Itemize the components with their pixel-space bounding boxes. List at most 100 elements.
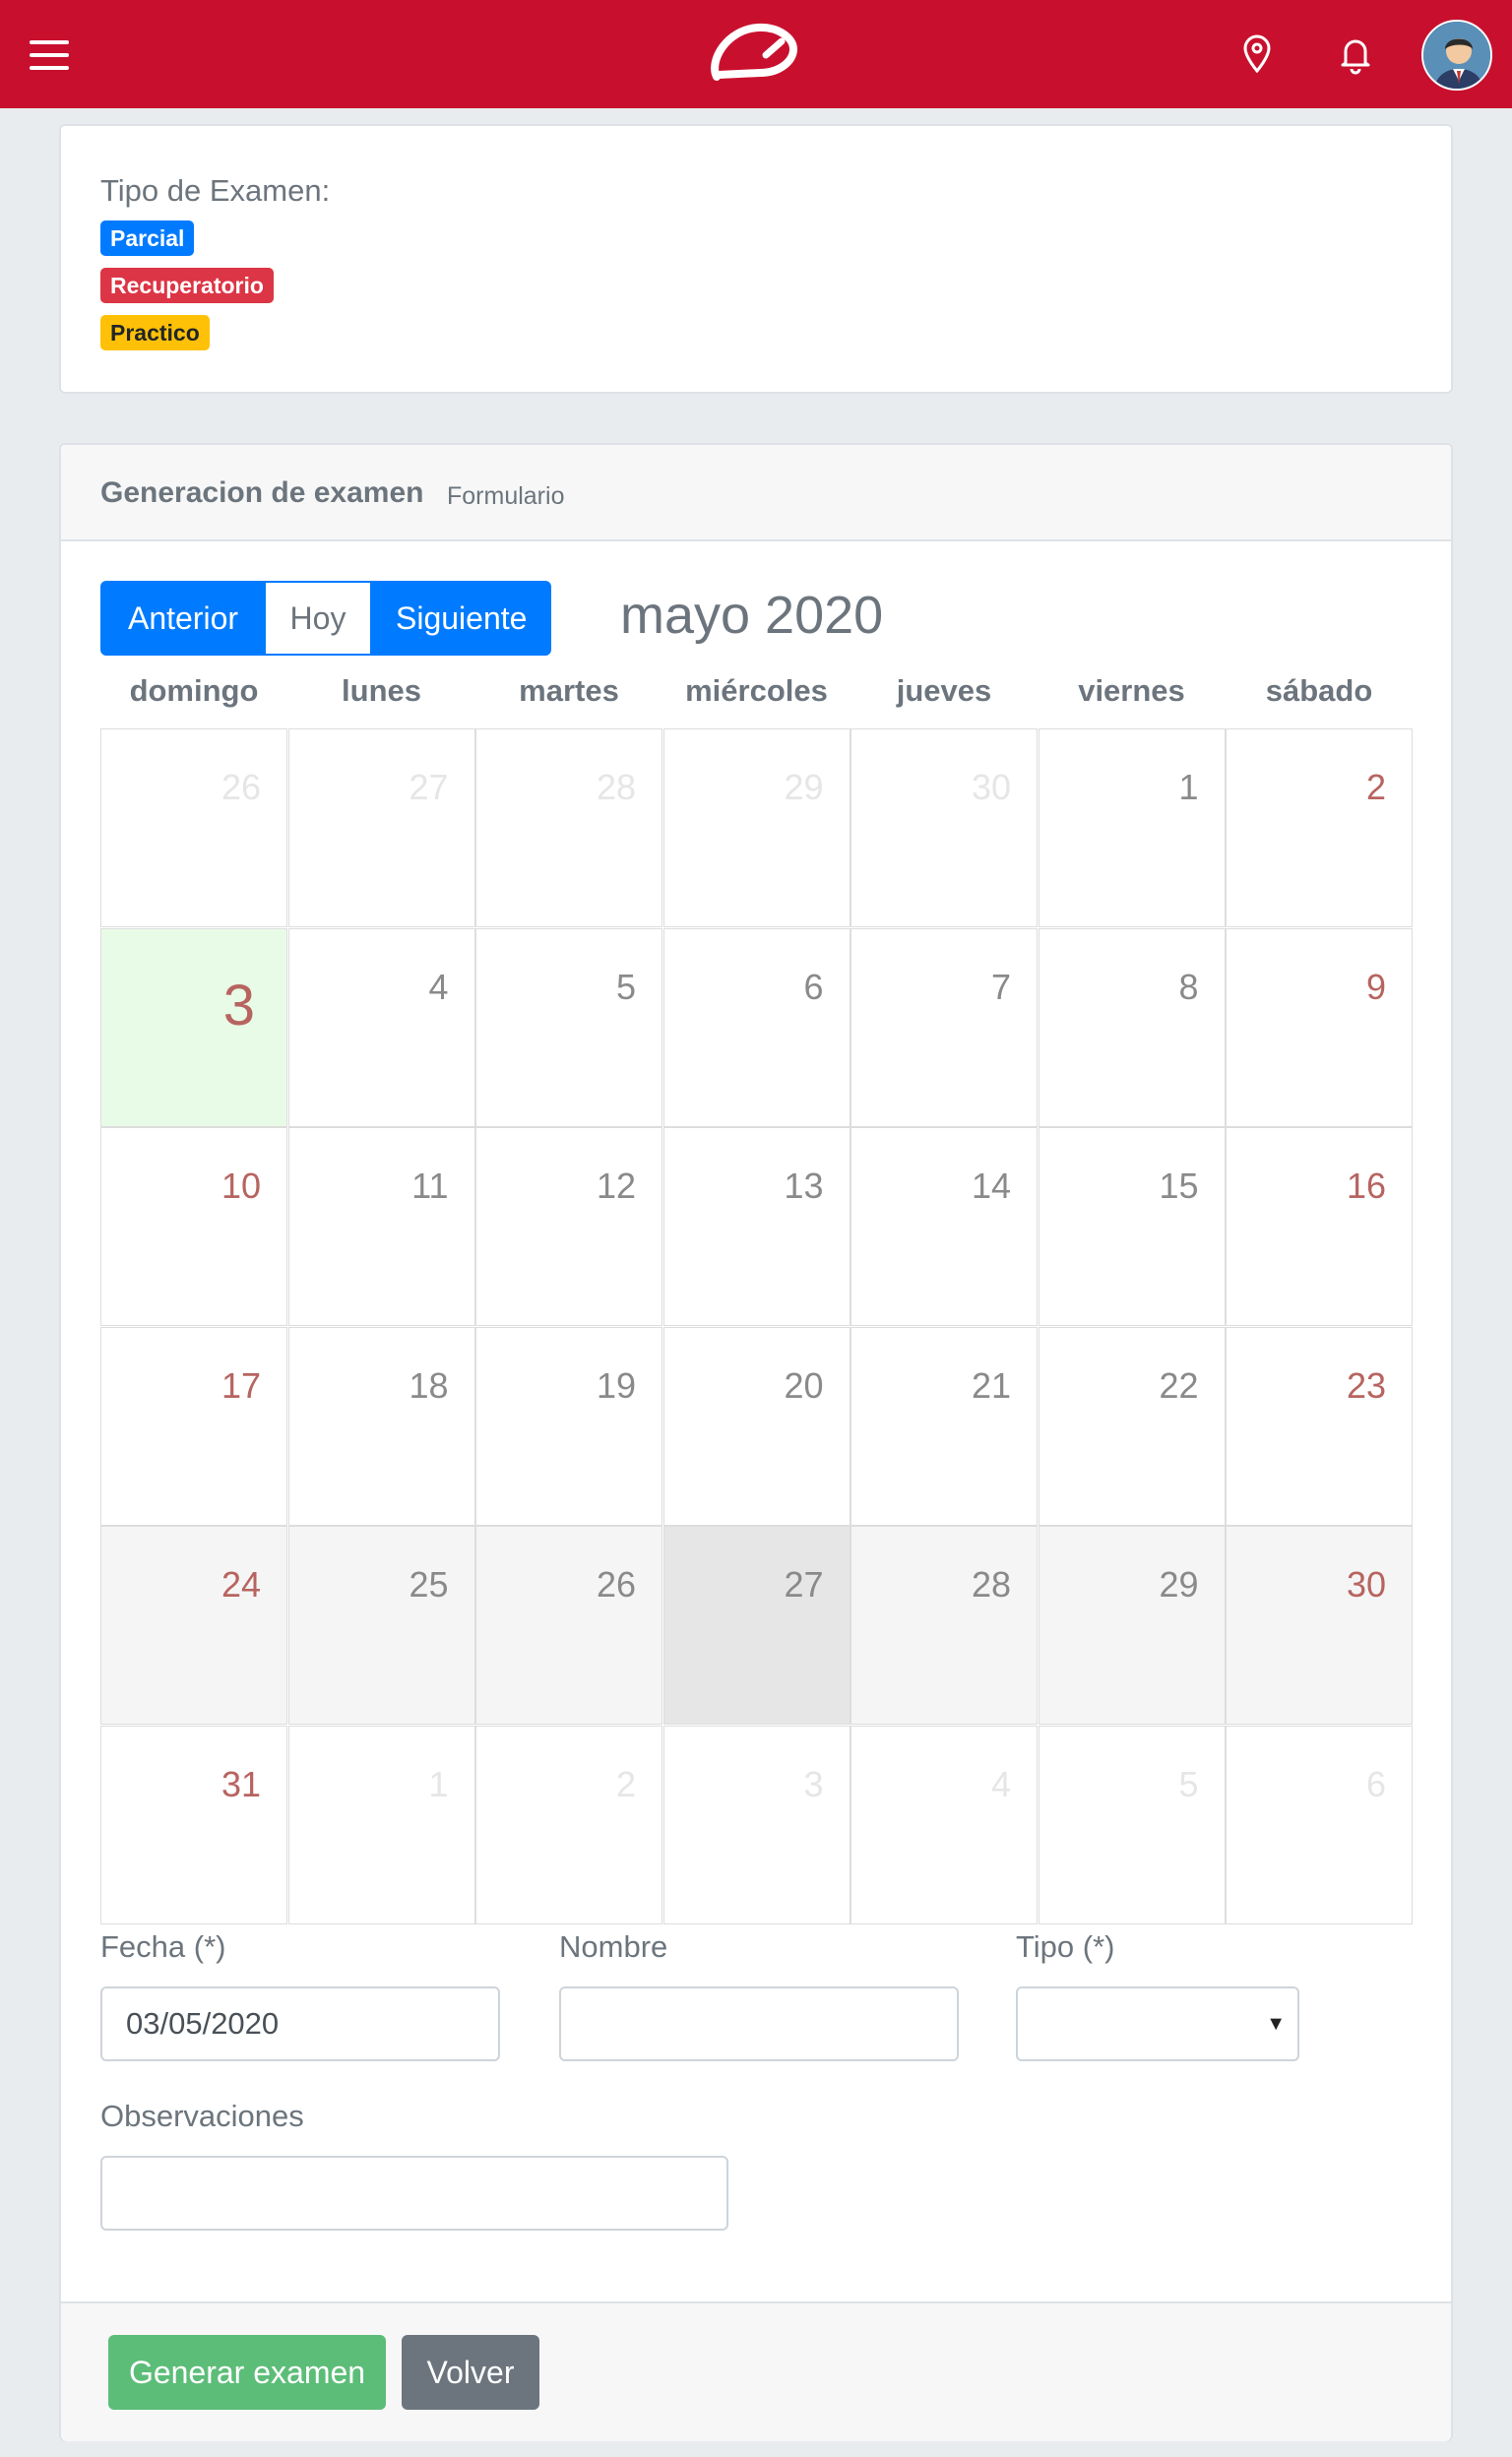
next-month-button[interactable]: Siguiente [370,581,551,656]
calendar-day-cell[interactable]: 3 [662,1725,850,1924]
weekday-header: sábado [1265,673,1373,708]
calendar-day-cell[interactable]: 28 [475,728,662,927]
calendar-day-cell[interactable]: 16 [1226,1127,1413,1326]
calendar-day-cell[interactable]: 5 [1038,1725,1226,1924]
calendar-day-number: 3 [222,973,255,1038]
calendar-day-cell[interactable]: 27 [662,1526,850,1725]
calendar-day-number: 10 [220,1166,261,1206]
calendar-day-number: 17 [220,1364,261,1406]
calendar-day-cell[interactable]: 2 [1226,728,1413,927]
calendar-day-cell[interactable]: 26 [475,1526,662,1725]
calendar-day-cell[interactable]: 5 [475,927,662,1127]
generate-exam-button[interactable]: Generar examen [108,2335,386,2410]
calendar-day-number: 29 [784,767,824,807]
calendar-day-number: 23 [1346,1364,1386,1406]
calendar-day-cell[interactable]: 4 [287,927,475,1127]
calendar-day-cell[interactable]: 24 [100,1526,287,1725]
calendar-day-cell[interactable]: 25 [287,1526,475,1725]
calendar-day-cell[interactable]: 6 [662,927,850,1127]
weekday-header: miércoles [685,673,828,708]
calendar-day-cell[interactable]: 29 [662,728,850,927]
badge-recuperatorio: Recuperatorio [100,268,274,303]
tipo-label: Tipo (*) [1016,1929,1115,1964]
calendar-day-number: 31 [220,1763,261,1804]
calendar-day-number: 14 [971,1166,1011,1206]
calendar-day-cell[interactable]: 11 [287,1127,475,1326]
user-avatar[interactable] [1421,20,1492,91]
calendar-day-number: 5 [615,966,636,1007]
calendar-day-cell[interactable]: 12 [475,1127,662,1326]
weekday-header: domingo [129,673,259,708]
calendar-day-cell[interactable]: 8 [1038,927,1226,1127]
calendar-day-cell[interactable]: 22 [1038,1326,1226,1526]
observaciones-input[interactable] [100,2156,728,2231]
fecha-label: Fecha (*) [100,1929,226,1964]
prev-month-button[interactable]: Anterior [100,581,266,656]
calendar-day-cell[interactable]: 18 [287,1326,475,1526]
calendar-day-cell[interactable]: 13 [662,1127,850,1326]
nombre-input[interactable] [559,1986,959,2061]
calendar-day-cell[interactable]: 3 [100,927,287,1127]
weekday-header: jueves [896,673,992,708]
hamburger-menu-icon[interactable] [30,40,69,70]
calendar-day-cell[interactable]: 21 [850,1326,1038,1526]
calendar-day-number: 26 [220,767,261,807]
calendar-day-cell[interactable]: 6 [1226,1725,1413,1924]
calendar-day-number: 11 [411,1166,449,1206]
calendar-day-number: 2 [615,1763,636,1804]
calendar-day-cell[interactable]: 29 [1038,1526,1226,1725]
calendar-day-number: 4 [990,1763,1011,1804]
calendar-day-cell[interactable]: 7 [850,927,1038,1127]
calendar-day-number: 3 [803,1763,824,1804]
calendar-day-number: 28 [596,767,636,807]
chevron-down-icon: ▼ [1266,2013,1286,2035]
fecha-input[interactable]: 03/05/2020 [100,1986,500,2061]
calendar-day-cell[interactable]: 30 [850,728,1038,927]
exam-type-legend-card: Tipo de Examen: [59,124,1453,394]
calendar-day-number: 12 [596,1166,636,1206]
bell-icon[interactable] [1336,33,1375,75]
card-footer: Generar examen Volver [61,2301,1451,2441]
calendar-day-cell[interactable]: 1 [1038,728,1226,927]
calendar-day-cell[interactable]: 26 [100,728,287,927]
calendar-day-cell[interactable]: 20 [662,1326,850,1526]
calendar-day-number: 2 [1365,767,1386,807]
calendar-day-number: 26 [596,1564,636,1605]
calendar-day-cell[interactable]: 17 [100,1326,287,1526]
back-button[interactable]: Volver [402,2335,539,2410]
calendar-day-number: 6 [1365,1763,1386,1804]
calendar-day-cell[interactable]: 10 [100,1127,287,1326]
today-button[interactable]: Hoy [266,581,370,656]
calendar-day-number: 24 [220,1564,261,1605]
calendar-day-cell[interactable]: 4 [850,1725,1038,1924]
calendar-day-number: 9 [1365,966,1386,1007]
calendar-day-number: 13 [784,1166,824,1206]
exam-generation-card: Generacion de examen Formulario Anterior… [59,443,1453,2441]
calendar-day-number: 25 [409,1564,449,1605]
calendar-day-cell[interactable]: 9 [1226,927,1413,1127]
top-navbar [0,0,1512,108]
tipo-select[interactable]: ▼ [1016,1986,1299,2061]
calendar-day-number: 22 [1159,1364,1199,1406]
calendar-day-cell[interactable]: 30 [1226,1526,1413,1725]
calendar-day-cell[interactable]: 19 [475,1326,662,1526]
card-subtitle: Formulario [447,482,565,510]
calendar-day-cell[interactable]: 1 [287,1725,475,1924]
calendar-day-cell[interactable]: 31 [100,1725,287,1924]
calendar-day-cell[interactable]: 15 [1038,1127,1226,1326]
calendar-day-cell[interactable]: 2 [475,1725,662,1924]
calendar-nav-group: Anterior Hoy Siguiente [100,581,551,656]
calendar-day-number: 5 [1178,1763,1199,1804]
calendar-month-title: mayo 2020 [620,586,884,645]
calendar-day-cell[interactable]: 23 [1226,1326,1413,1526]
app-logo[interactable] [709,22,799,87]
calendar-day-number: 20 [784,1364,824,1406]
calendar-day-number: 30 [971,767,1011,807]
legend-title: Tipo de Examen: [100,173,331,208]
map-pin-icon[interactable] [1237,33,1277,75]
calendar-day-cell[interactable]: 14 [850,1127,1038,1326]
weekday-header: lunes [342,673,421,708]
calendar-day-cell[interactable]: 27 [287,728,475,927]
calendar-day-cell[interactable]: 28 [850,1526,1038,1725]
calendar-day-number: 28 [971,1564,1011,1605]
